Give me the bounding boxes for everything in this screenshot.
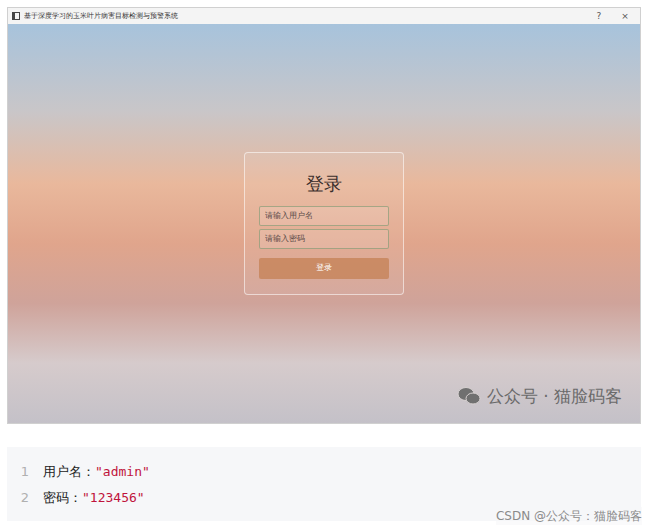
page: 基于深度学习的玉米叶片病害目标检测与预警系统?×登录登录公众号 · 猫脸码客1用…: [0, 0, 650, 529]
line-number: 2: [7, 488, 43, 508]
login-button[interactable]: 登录: [259, 258, 389, 279]
title-bar: 基于深度学习的玉米叶片病害目标检测与预警系统? ×: [8, 8, 640, 24]
code-key: 用户名：: [43, 462, 95, 482]
login-title: 登录: [259, 173, 389, 195]
csdn-watermark: CSDN @公众号：猫脸码客: [496, 507, 642, 525]
watermark: 公众号 · 猫脸码客: [457, 384, 622, 410]
code-value: "admin": [95, 462, 150, 482]
app-icon: [12, 12, 20, 20]
close-button[interactable]: ×: [614, 12, 636, 21]
login-card: 登录登录: [244, 152, 404, 295]
wechat-icon: [457, 386, 481, 406]
code-value: "123456": [82, 488, 145, 508]
window-title: 基于深度学习的玉米叶片病害目标检测与预警系统: [24, 11, 584, 22]
sky-background: 登录登录公众号 · 猫脸码客: [8, 24, 640, 423]
username-input[interactable]: [259, 206, 389, 226]
password-input[interactable]: [259, 229, 389, 249]
help-button[interactable]: ?: [588, 12, 610, 21]
code-line: 1用户名："admin": [7, 459, 641, 485]
line-number: 1: [7, 462, 43, 482]
app-window: 基于深度学习的玉米叶片病害目标检测与预警系统?×登录登录公众号 · 猫脸码客: [7, 7, 641, 424]
code-key: 密码：: [43, 488, 82, 508]
watermark-text: 公众号 · 猫脸码客: [487, 384, 622, 410]
